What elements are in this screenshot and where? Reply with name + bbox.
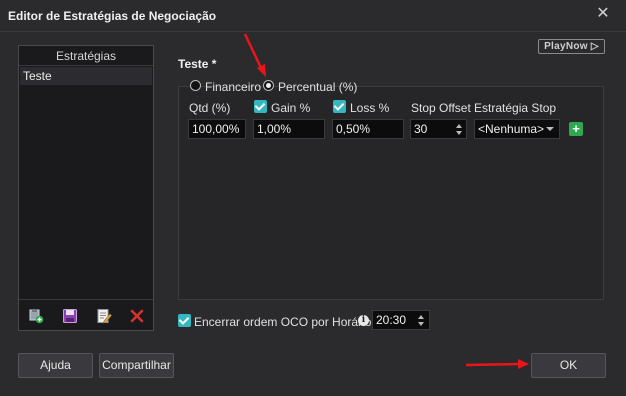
arrow-to-ok <box>465 359 529 369</box>
arrow-to-percentual <box>243 33 266 77</box>
annotation-arrows <box>243 33 529 369</box>
